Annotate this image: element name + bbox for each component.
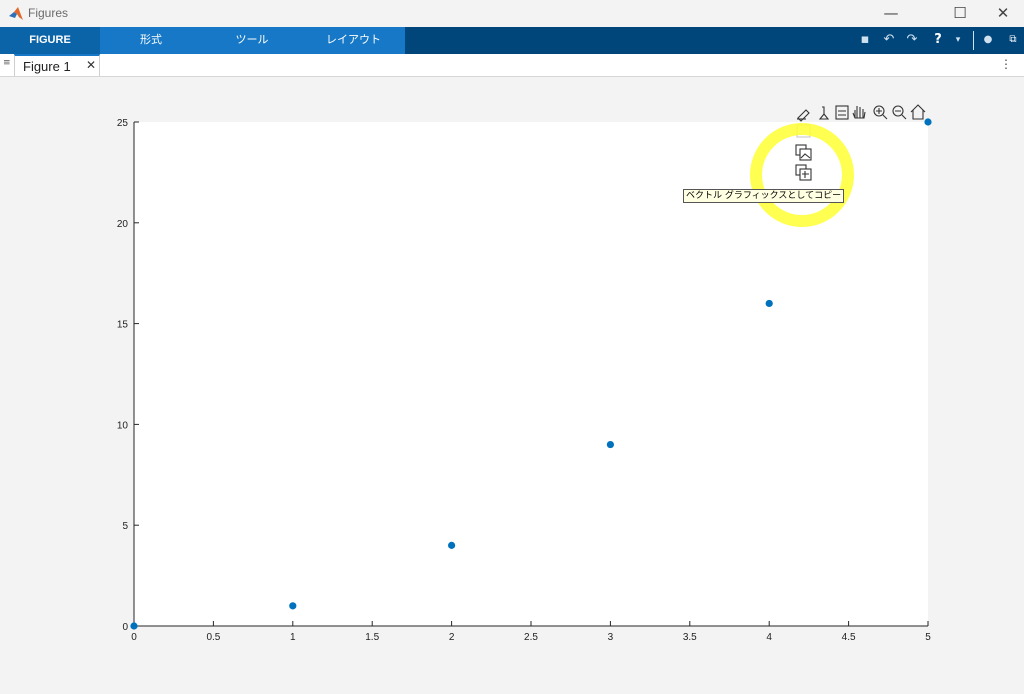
x-tick-label: 1 [290, 632, 296, 643]
zoom-in-icon[interactable] [873, 105, 888, 120]
y-tick-label: 10 [117, 420, 129, 431]
x-tick-label: 3.5 [683, 632, 697, 643]
legend-icon[interactable] [835, 105, 849, 120]
data-point [606, 440, 615, 449]
tooltip: ベクトル グラフィックスとしてコピー [683, 189, 845, 203]
data-point [765, 299, 773, 308]
x-tick-label: 0 [131, 632, 137, 643]
data-point [130, 622, 138, 630]
scatter-plot: 0 0.5 1 1.5 2 2.5 3 3.5 4 4.5 5 0 5 10 15 20 25 [117, 104, 932, 643]
x-tick-label: 2.5 [524, 632, 538, 643]
home-icon[interactable] [910, 104, 926, 120]
data-point [289, 602, 297, 610]
y-tick-label: 5 [122, 521, 128, 532]
x-tick-label: 1.5 [365, 632, 379, 643]
y-tick-label: 20 [117, 219, 129, 230]
x-tick-label: 4 [766, 632, 772, 643]
x-tick-label: 5 [925, 632, 931, 643]
data-tips-icon[interactable] [818, 106, 830, 120]
x-tick-label: 4.5 [842, 632, 856, 643]
brush-icon[interactable] [797, 109, 810, 122]
y-tick-label: 15 [117, 320, 129, 331]
x-tick-label: 2 [449, 632, 455, 643]
x-tick-label: 3 [608, 632, 614, 643]
zoom-out-icon[interactable] [892, 105, 907, 120]
pan-icon[interactable] [852, 106, 866, 119]
data-point [924, 118, 932, 126]
data-point [448, 541, 456, 549]
y-tick-label: 0 [122, 622, 128, 633]
y-tick-label: 25 [117, 118, 129, 129]
x-tick-label: 0.5 [206, 632, 220, 643]
